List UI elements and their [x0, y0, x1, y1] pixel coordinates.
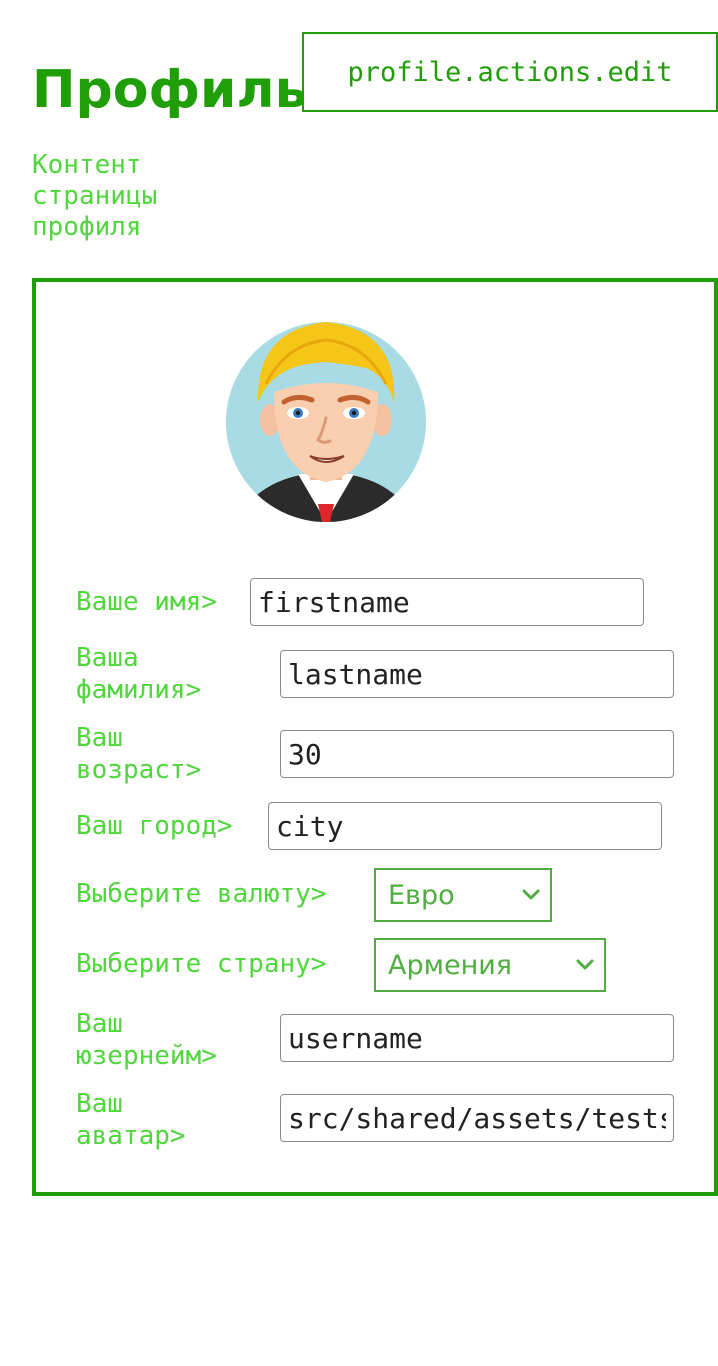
firstname-label: Ваше имя>	[76, 587, 217, 617]
currency-label: Выберите валюту>	[76, 879, 327, 909]
lastname-input[interactable]	[280, 650, 674, 698]
currency-select[interactable]: Евро	[374, 868, 552, 922]
firstname-input[interactable]	[250, 578, 644, 626]
city-label: Ваш город>	[76, 811, 233, 841]
username-label: Ваш юзернейм>	[76, 1009, 217, 1071]
page-title: Профиль	[32, 60, 308, 120]
avatar-input[interactable]	[280, 1094, 674, 1142]
country-value: Армения	[388, 949, 513, 981]
edit-profile-button[interactable]: profile.actions.edit	[302, 32, 718, 112]
lastname-label: Ваша фамилия>	[76, 643, 202, 705]
chevron-down-icon	[576, 959, 594, 970]
avatar-label: Ваш аватар>	[76, 1089, 186, 1151]
city-input[interactable]	[268, 802, 662, 850]
country-label: Выберите страну>	[76, 949, 327, 979]
age-input[interactable]	[280, 730, 674, 778]
currency-value: Евро	[388, 879, 455, 911]
chevron-down-icon	[522, 889, 540, 900]
page-subtitle: Контент страницы профиля	[32, 150, 158, 242]
age-label: Ваш возраст>	[76, 723, 202, 785]
avatar	[226, 322, 426, 522]
username-input[interactable]	[280, 1014, 674, 1062]
country-select[interactable]: Армения	[374, 938, 606, 992]
